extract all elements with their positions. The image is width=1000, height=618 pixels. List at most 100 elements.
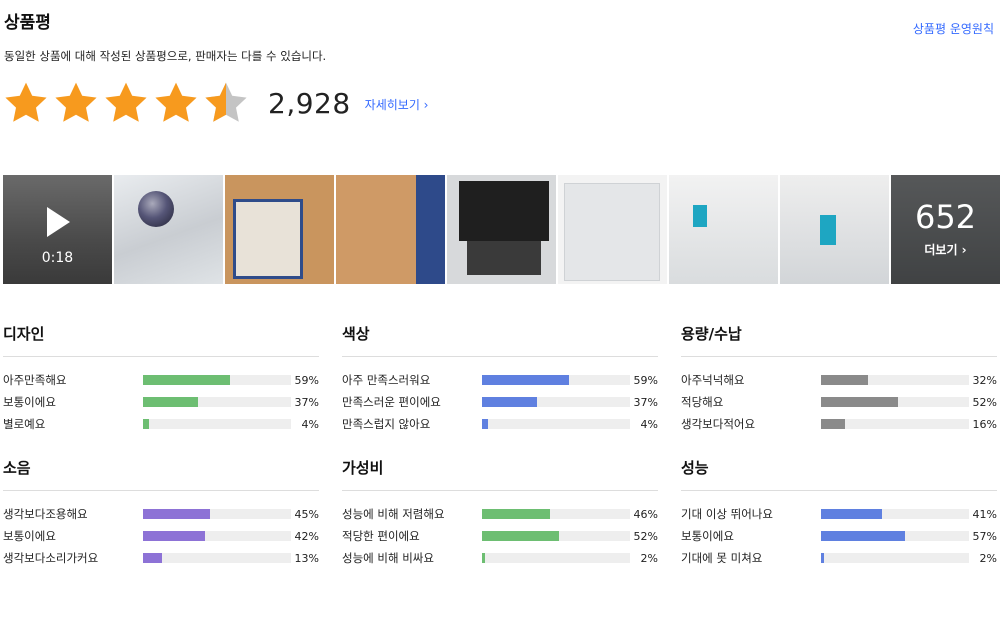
survey-percent: 4%	[640, 417, 658, 431]
survey-bar	[482, 397, 630, 407]
survey-option-label: 별로예요	[3, 417, 46, 431]
survey-row: 보통이에요 37%	[3, 391, 319, 413]
review-photo-thumbnail[interactable]	[558, 175, 667, 284]
survey-row: 적당한 편이에요 52%	[342, 525, 658, 547]
star-icon	[155, 82, 197, 122]
rating-summary: 2,928 자세히보기 ›	[2, 78, 429, 128]
survey-bar-fill	[821, 397, 898, 407]
survey-row: 보통이에요 57%	[681, 525, 997, 547]
survey-percent: 37%	[294, 395, 319, 409]
survey-percent: 4%	[301, 417, 319, 431]
review-count: 2,928	[268, 86, 351, 120]
survey-bar	[821, 419, 969, 429]
survey-option-label: 아주넉넉해요	[681, 373, 745, 387]
survey-performance: 성능 기대 이상 뛰어나요 41% 보통이에요 57% 기대에 못 미쳐요 2%	[681, 457, 997, 569]
survey-bar-fill	[821, 375, 869, 385]
survey-bar	[482, 553, 630, 563]
survey-option-label: 생각보다소리가커요	[3, 551, 99, 565]
survey-row: 아주 만족스러워요 59%	[342, 369, 658, 391]
survey-row: 적당해요 52%	[681, 391, 997, 413]
star-icon	[105, 82, 147, 122]
survey-design: 디자인 아주만족해요 59% 보통이에요 37% 별로예요 4%	[3, 323, 319, 435]
survey-percent: 46%	[633, 507, 658, 521]
survey-option-label: 아주 만족스러워요	[342, 373, 431, 387]
survey-row: 생각보다적어요 16%	[681, 413, 997, 435]
survey-bar-fill	[482, 531, 559, 541]
star-icon	[55, 82, 97, 122]
play-icon	[47, 207, 70, 237]
survey-option-label: 아주만족해요	[3, 373, 67, 387]
survey-percent: 16%	[972, 417, 997, 431]
survey-bar	[821, 509, 969, 519]
survey-noise: 소음 생각보다조용해요 45% 보통이에요 42% 생각보다소리가커요 13%	[3, 457, 319, 569]
survey-option-label: 기대 이상 뛰어나요	[681, 507, 773, 521]
rating-detail-link[interactable]: 자세히보기 ›	[365, 96, 429, 113]
more-photos-button[interactable]: 652 더보기 ›	[891, 175, 1000, 284]
survey-bar	[482, 419, 630, 429]
survey-option-label: 성능에 비해 비싸요	[342, 551, 434, 565]
survey-bar	[482, 375, 630, 385]
survey-bar	[821, 375, 969, 385]
review-policy-link[interactable]: 상품평 운영원칙	[913, 20, 994, 37]
survey-bar-fill	[143, 397, 198, 407]
survey-bar-fill	[143, 419, 149, 429]
review-photo-gallery: 0:18 652 더보기 ›	[3, 175, 1000, 284]
survey-bar-fill	[482, 419, 488, 429]
survey-percent: 45%	[294, 507, 319, 521]
survey-capacity: 용량/수납 아주넉넉해요 32% 적당해요 52% 생각보다적어요 16%	[681, 323, 997, 435]
survey-percent: 59%	[294, 373, 319, 387]
survey-row: 기대에 못 미쳐요 2%	[681, 547, 997, 569]
survey-bar-fill	[143, 531, 206, 541]
survey-bar	[143, 509, 291, 519]
survey-row: 만족스럽지 않아요 4%	[342, 413, 658, 435]
review-photo-thumbnail[interactable]	[114, 175, 223, 284]
review-photo-thumbnail[interactable]	[225, 175, 334, 284]
survey-percent: 32%	[972, 373, 997, 387]
survey-bar-fill	[482, 375, 570, 385]
survey-percent: 13%	[294, 551, 319, 565]
survey-title: 색상	[342, 323, 658, 357]
review-photo-thumbnail[interactable]	[336, 175, 445, 284]
survey-option-label: 만족스럽지 않아요	[342, 417, 431, 431]
survey-bar-fill	[143, 375, 231, 385]
half-star-icon	[205, 82, 247, 122]
survey-title: 용량/수납	[681, 323, 997, 357]
survey-row: 성능에 비해 비싸요 2%	[342, 547, 658, 569]
survey-percent: 41%	[972, 507, 997, 521]
survey-bar-fill	[821, 553, 824, 563]
survey-option-label: 보통이에요	[3, 395, 56, 409]
more-photos-count: 652	[914, 198, 977, 236]
survey-percent: 59%	[633, 373, 658, 387]
survey-option-label: 보통이에요	[681, 529, 734, 543]
survey-option-label: 만족스러운 편이에요	[342, 395, 441, 409]
review-photo-thumbnail[interactable]	[447, 175, 556, 284]
survey-row: 생각보다소리가커요 13%	[3, 547, 319, 569]
video-duration: 0:18	[41, 250, 74, 266]
survey-bar-fill	[821, 509, 882, 519]
survey-bar-fill	[143, 509, 210, 519]
survey-bar	[143, 419, 291, 429]
survey-title: 디자인	[3, 323, 319, 357]
survey-row: 보통이에요 42%	[3, 525, 319, 547]
survey-value: 가성비 성능에 비해 저렴해요 46% 적당한 편이에요 52% 성능에 비해 비싸…	[342, 457, 658, 569]
review-video-thumbnail[interactable]: 0:18	[3, 175, 112, 284]
survey-bar	[482, 509, 630, 519]
survey-bar-fill	[143, 553, 163, 563]
survey-row: 아주넉넉해요 32%	[681, 369, 997, 391]
survey-title: 성능	[681, 457, 997, 491]
survey-bar	[821, 531, 969, 541]
survey-color: 색상 아주 만족스러워요 59% 만족스러운 편이에요 37% 만족스럽지 않아요 4…	[342, 323, 658, 435]
survey-bar	[482, 531, 630, 541]
star-icon	[5, 82, 47, 122]
survey-option-label: 기대에 못 미쳐요	[681, 551, 763, 565]
survey-percent: 2%	[640, 551, 658, 565]
survey-row: 성능에 비해 저렴해요 46%	[342, 503, 658, 525]
survey-title: 가성비	[342, 457, 658, 491]
review-photo-thumbnail[interactable]	[780, 175, 889, 284]
survey-option-label: 적당해요	[681, 395, 724, 409]
review-photo-thumbnail[interactable]	[669, 175, 778, 284]
survey-percent: 2%	[979, 551, 997, 565]
survey-row: 별로예요 4%	[3, 413, 319, 435]
survey-option-label: 보통이에요	[3, 529, 56, 543]
survey-percent: 42%	[294, 529, 319, 543]
